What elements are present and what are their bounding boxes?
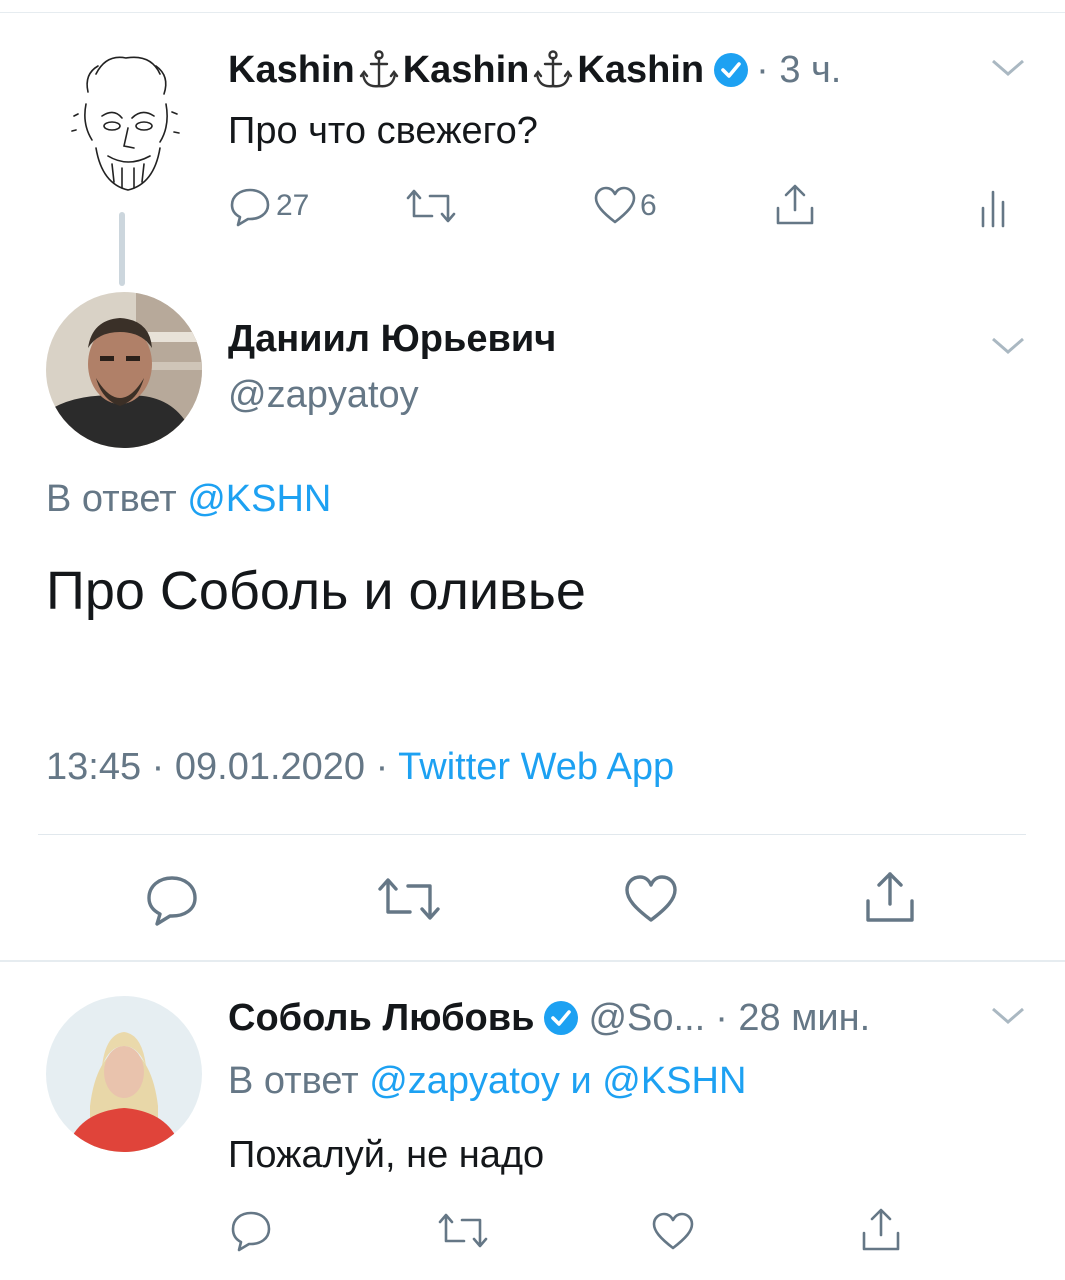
like-button[interactable] <box>650 1210 696 1254</box>
author-name-part1[interactable]: Kashin <box>228 49 355 92</box>
retweet-button[interactable] <box>404 186 458 226</box>
tweet-date[interactable]: 09.01.2020 <box>175 746 365 788</box>
reply-icon <box>144 872 200 928</box>
like-button[interactable]: 6 <box>592 184 657 228</box>
chevron-down-icon[interactable] <box>990 1006 1026 1026</box>
author-name-part3[interactable]: Kashin <box>577 49 704 92</box>
retweet-icon <box>404 186 458 226</box>
retweet-icon <box>436 1210 490 1252</box>
analytics-icon <box>978 188 1010 230</box>
reply-count: 27 <box>276 189 310 222</box>
anchor-icon <box>531 48 575 92</box>
share-icon <box>858 1206 904 1254</box>
chevron-down-icon[interactable] <box>990 58 1026 78</box>
author-handle[interactable]: @zapyatoy <box>228 374 419 417</box>
reply-icon <box>228 1208 274 1254</box>
heart-icon <box>650 1210 696 1254</box>
tweet3-header: Соболь Любовь @So... · 28 мин. <box>228 994 870 1042</box>
tweet-time[interactable]: · 28 мин. <box>715 997 870 1040</box>
anchor-icon <box>357 48 401 92</box>
tweet-time[interactable]: 13:45 <box>46 746 141 788</box>
reply-button[interactable] <box>144 872 200 928</box>
reply-context: В ответ @zapyatoy и @KSHN <box>228 1060 746 1103</box>
reply-button[interactable]: 27 <box>228 184 309 228</box>
heart-icon <box>592 184 638 228</box>
heart-icon <box>622 872 680 926</box>
reply-button[interactable] <box>228 1208 274 1254</box>
author-name[interactable]: Соболь Любовь <box>228 997 534 1040</box>
tweet3-text: Пожалуй, не надо <box>228 1134 545 1176</box>
share-icon <box>772 182 818 228</box>
retweet-button[interactable] <box>436 1210 490 1252</box>
reply-context: В ответ @KSHN <box>46 478 331 521</box>
analytics-button[interactable] <box>978 188 1010 230</box>
reply-prefix: В ответ <box>46 478 177 520</box>
top-divider <box>0 12 1065 13</box>
avatar-kashin[interactable] <box>56 44 190 194</box>
tweet-meta: 13:45 · 09.01.2020 · Twitter Web App <box>46 746 674 789</box>
avatar-sobol[interactable] <box>46 996 202 1152</box>
mention-link[interactable]: @zapyatoy <box>369 1060 560 1102</box>
reply-conjunction: и <box>570 1060 592 1102</box>
thread-connector <box>119 212 125 286</box>
source-link[interactable]: Twitter Web App <box>398 746 674 788</box>
share-icon <box>860 868 920 926</box>
verified-badge-icon <box>712 51 750 89</box>
like-button[interactable] <box>622 872 680 926</box>
share-button[interactable] <box>860 868 920 926</box>
tweet-time[interactable]: · 3 ч. <box>756 49 841 92</box>
retweet-button[interactable] <box>376 874 442 924</box>
mention-link[interactable]: @KSHN <box>602 1060 746 1102</box>
divider <box>0 960 1065 962</box>
tweet2-text: Про Соболь и оливье <box>46 561 586 621</box>
reply-icon <box>228 184 272 228</box>
share-button[interactable] <box>858 1206 904 1254</box>
share-button[interactable] <box>772 182 818 228</box>
verified-badge-icon <box>542 999 580 1037</box>
divider <box>38 834 1026 835</box>
author-name[interactable]: Даниил Юрьевич <box>228 318 556 361</box>
chevron-down-icon[interactable] <box>990 336 1026 356</box>
like-count: 6 <box>640 189 657 222</box>
mention-link[interactable]: @KSHN <box>187 478 331 520</box>
meta-separator: · <box>151 746 165 788</box>
tweet1-text: Про что свежего? <box>228 110 538 152</box>
meta-separator: · <box>375 746 389 788</box>
tweet1-header: Kashin Kashin Kashin · 3 ч. <box>228 46 841 94</box>
author-handle[interactable]: @So... <box>588 997 705 1040</box>
avatar-zapyatoy[interactable] <box>46 292 202 448</box>
retweet-icon <box>376 874 442 924</box>
reply-prefix: В ответ <box>228 1060 359 1102</box>
author-name-part2[interactable]: Kashin <box>403 49 530 92</box>
